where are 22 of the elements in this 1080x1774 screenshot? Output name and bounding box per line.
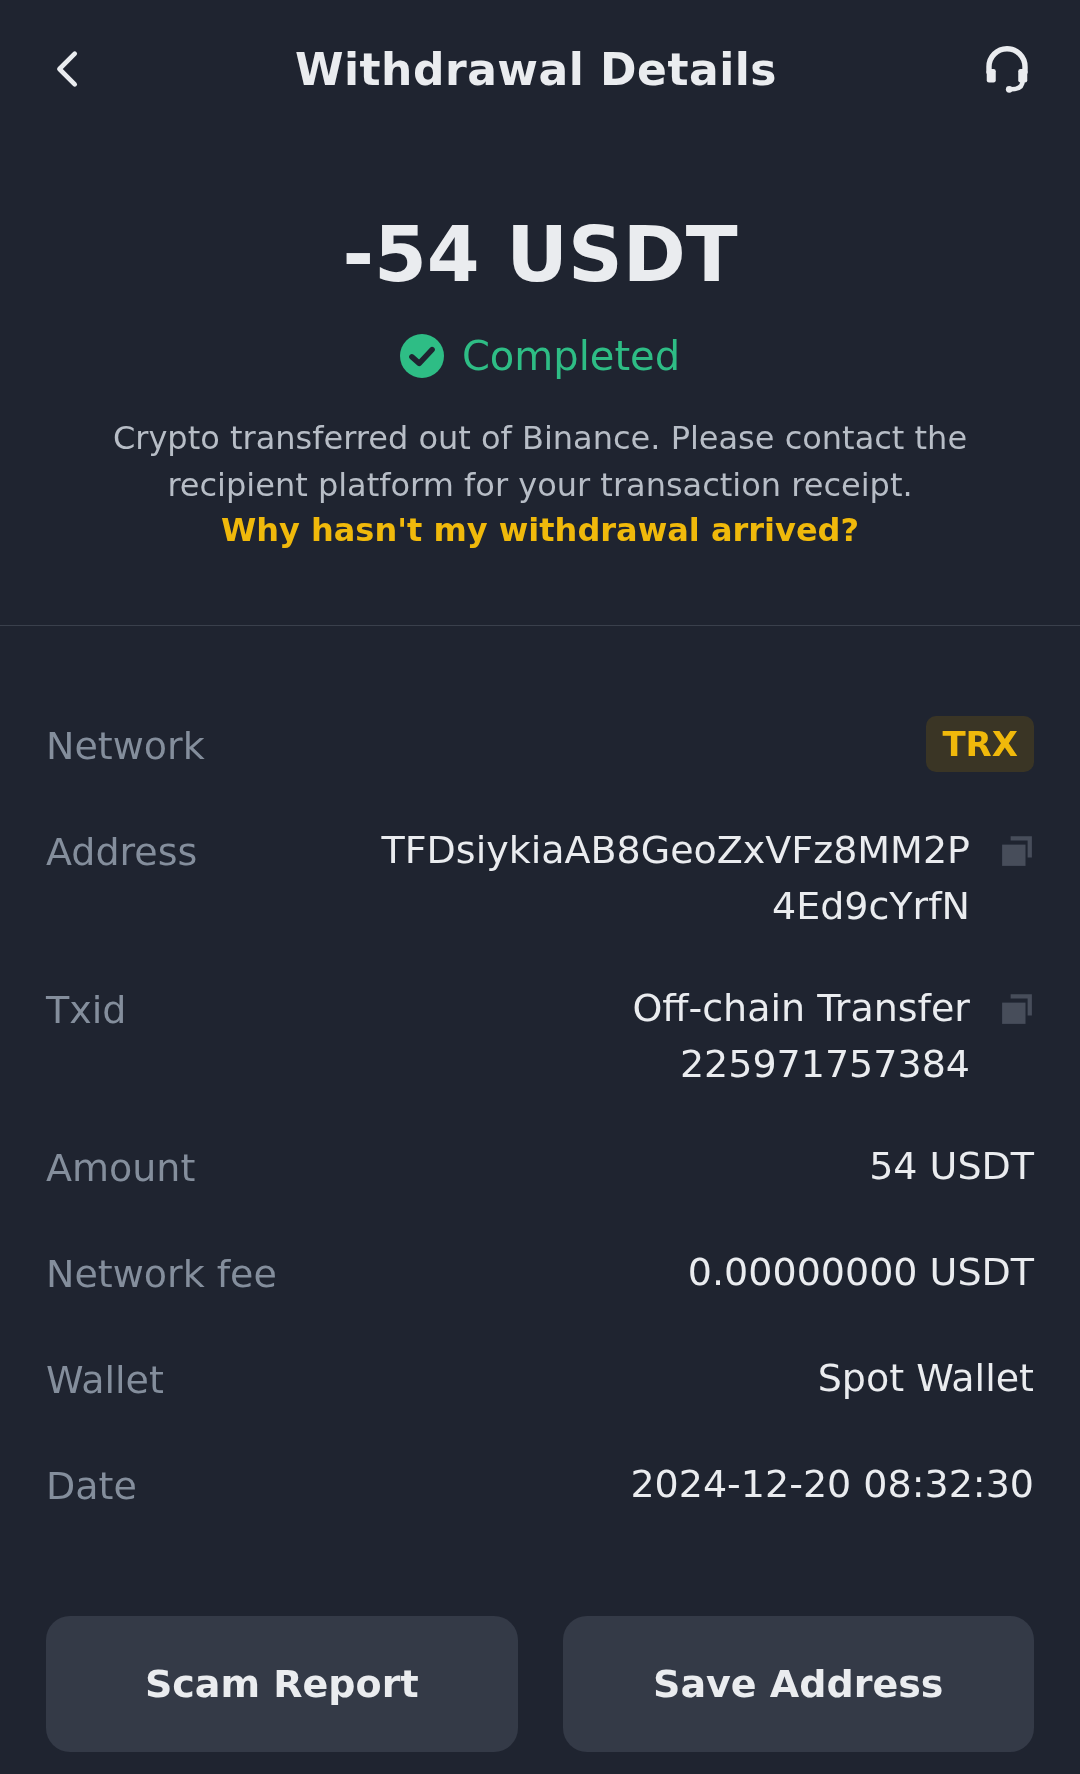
detail-label: Txid — [46, 987, 127, 1034]
detail-label: Amount — [46, 1145, 196, 1192]
check-circle-icon — [399, 334, 444, 378]
detail-label: Date — [46, 1463, 137, 1510]
action-button[interactable]: Save Address — [562, 1616, 1034, 1752]
amount: -54 USDT — [342, 210, 738, 299]
detail-label: Address — [46, 829, 198, 876]
detail-value: 2024-12-20 08:32:30 — [630, 1461, 1034, 1508]
action-button[interactable]: Scam Report — [46, 1616, 518, 1752]
description: Crypto transferred out of Binance. Please contact the recipient platform for your transaction receipt. — [111, 418, 969, 506]
detail-label: Network fee — [46, 1251, 277, 1298]
page-title: Withdrawal Details — [294, 43, 777, 95]
network-tag: TRX — [926, 716, 1034, 772]
detail-label: Wallet — [46, 1357, 164, 1404]
status-text: Completed — [461, 333, 681, 379]
detail-value: 54 USDT — [869, 1143, 1034, 1190]
detail-label: Network — [46, 723, 205, 770]
detail-value: Off-chain Transfer 225971757384 — [632, 985, 970, 1088]
detail-value: Spot Wallet — [817, 1355, 1034, 1402]
help-link[interactable]: Why hasn't my withdrawal arrived? — [220, 511, 860, 549]
detail-value: 0.00000000 USDT — [687, 1249, 1034, 1296]
detail-value: TFDsiykiaAB8GeoZxVFz8MM2P 4Ed9cYrfN — [381, 827, 970, 930]
